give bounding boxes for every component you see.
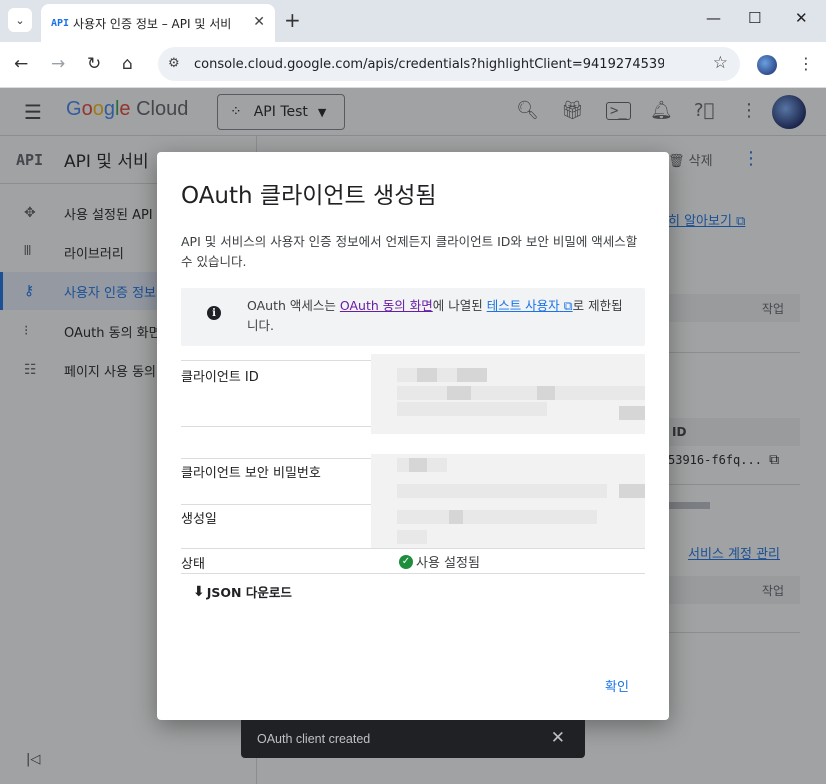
status-value: ✓ 사용 설정됨 <box>399 552 480 571</box>
home-icon[interactable]: ⌂ <box>122 54 133 74</box>
dialog-description: API 및 서비스의 사용자 인증 정보에서 언제든지 클라이언트 ID와 보안… <box>181 234 638 269</box>
address-bar: ← → ↻ ⌂ ⚙ console.cloud.google.com/apis/… <box>0 42 826 88</box>
test-users-label: 테스트 사용자 <box>486 298 560 313</box>
download-json-button[interactable]: ⬇ JSON 다운로드 <box>193 582 292 601</box>
test-users-link[interactable]: 테스트 사용자 ⧉ <box>487 298 573 313</box>
forward-icon[interactable]: → <box>51 54 65 74</box>
status-value-text: 사용 설정됨 <box>416 556 480 571</box>
divider <box>181 458 371 459</box>
oauth-created-dialog: OAuth 클라이언트 생성됨 API 및 서비스의 사용자 인증 정보에서 언… <box>157 152 669 720</box>
site-info-icon[interactable]: ⚙ <box>168 56 180 71</box>
close-icon[interactable]: ✕ <box>551 728 565 748</box>
info-text-pre: OAuth 액세스는 <box>247 298 340 313</box>
created-label: 생성일 <box>181 512 217 527</box>
snackbar: OAuth client created ✕ <box>241 720 585 758</box>
divider <box>181 548 645 549</box>
new-tab-icon[interactable]: + <box>284 8 301 32</box>
snackbar-message: OAuth client created <box>257 732 371 746</box>
url-input[interactable]: ⚙ console.cloud.google.com/apis/credenti… <box>158 47 740 81</box>
close-icon[interactable]: ✕ <box>253 14 265 30</box>
info-text: OAuth 액세스는 OAuth 동의 화면에 나열된 테스트 사용자 ⧉로 제… <box>247 296 627 336</box>
divider <box>181 573 645 574</box>
window-close-icon[interactable]: ✕ <box>795 9 808 27</box>
divider <box>181 426 371 427</box>
oauth-consent-link[interactable]: OAuth 동의 화면 <box>340 298 433 313</box>
browser-tab-strip: ⌄ API 사용자 인증 정보 – API 및 서비 ✕ + — ☐ ✕ <box>0 0 826 42</box>
info-icon: i <box>207 306 221 320</box>
tab-title: 사용자 인증 정보 – API 및 서비 <box>73 16 232 31</box>
star-icon[interactable]: ☆ <box>713 53 728 73</box>
maximize-icon[interactable]: ☐ <box>748 9 761 27</box>
browser-profile-avatar[interactable] <box>757 55 777 75</box>
divider <box>181 504 371 505</box>
info-banner: i OAuth 액세스는 OAuth 동의 화면에 나열된 테스트 사용자 ⧉로… <box>181 288 645 346</box>
tab-search-icon[interactable]: ⌄ <box>8 8 32 32</box>
back-icon[interactable]: ← <box>14 54 28 74</box>
download-json-label: JSON 다운로드 <box>206 585 292 600</box>
url-text: console.cloud.google.com/apis/credential… <box>194 56 664 72</box>
tab-favicon: API <box>51 17 70 29</box>
divider <box>181 360 371 361</box>
dialog-title: OAuth 클라이언트 생성됨 <box>181 183 437 209</box>
download-icon: ⬇ <box>193 583 205 600</box>
client-id-label: 클라이언트 ID <box>181 370 259 385</box>
status-label: 상태 <box>181 557 205 572</box>
check-circle-icon: ✓ <box>399 554 413 569</box>
menu-icon[interactable]: ⋮ <box>798 54 814 73</box>
external-link-icon: ⧉ <box>563 298 573 313</box>
browser-tab[interactable]: API 사용자 인증 정보 – API 및 서비 ✕ <box>41 4 275 42</box>
minimize-icon[interactable]: — <box>706 9 721 27</box>
info-text-mid: 에 나열된 <box>432 298 487 313</box>
client-secret-label: 클라이언트 보안 비밀번호 <box>181 466 321 481</box>
ok-button[interactable]: 확인 <box>605 676 629 695</box>
reload-icon[interactable]: ↻ <box>87 54 101 74</box>
